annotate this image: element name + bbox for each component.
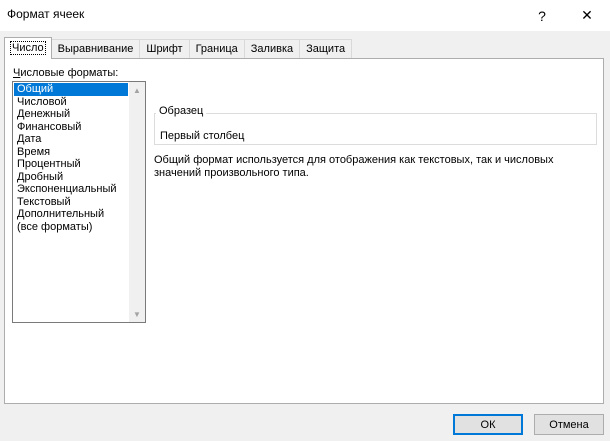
sample-legend: Образец: [156, 105, 207, 117]
listbox-scrollbar[interactable]: ▲ ▼: [129, 82, 145, 322]
list-item[interactable]: (все форматы): [14, 221, 128, 234]
number-formats-label: Числовые форматы:: [13, 67, 119, 79]
close-button[interactable]: ✕: [564, 0, 610, 31]
list-item[interactable]: Дробный: [14, 171, 128, 184]
list-item[interactable]: Финансовый: [14, 121, 128, 134]
close-icon: ✕: [581, 7, 593, 23]
number-tab-panel: Числовые форматы: Общий Числовой Денежный Ф…: [4, 58, 604, 404]
list-item[interactable]: Денежный: [14, 108, 128, 121]
tab-protection[interactable]: Защита: [299, 39, 353, 58]
help-button[interactable]: ?: [519, 0, 565, 31]
cancel-button[interactable]: Отмена: [534, 414, 604, 435]
format-description: Общий формат используется для отображени…: [154, 154, 554, 179]
list-item[interactable]: Процентный: [14, 158, 128, 171]
number-formats-listbox[interactable]: Общий Числовой Денежный Финансовый Дата Время…: [12, 81, 146, 323]
number-formats-list: Общий Числовой Денежный Финансовый Дата Время…: [14, 83, 128, 233]
tab-border[interactable]: Граница: [188, 39, 245, 58]
list-item[interactable]: Экспоненциальный: [14, 183, 128, 196]
list-item[interactable]: Текстовый: [14, 196, 128, 209]
sample-value: Первый столбец: [160, 130, 245, 142]
help-icon: ?: [538, 7, 546, 24]
dialog-body: Число Выравнивание Шрифт Граница Заливка…: [0, 31, 610, 441]
list-item[interactable]: Числовой: [14, 96, 128, 109]
list-item[interactable]: Дополнительный: [14, 208, 128, 221]
list-item[interactable]: Общий: [14, 83, 128, 96]
title-bar: Формат ячеек ? ✕: [0, 0, 610, 31]
list-item[interactable]: Дата: [14, 133, 128, 146]
tab-number[interactable]: Число: [4, 37, 52, 59]
list-item[interactable]: Время: [14, 146, 128, 159]
scroll-down-icon[interactable]: ▼: [129, 306, 145, 322]
scroll-up-icon[interactable]: ▲: [129, 82, 145, 98]
tab-fill[interactable]: Заливка: [243, 39, 301, 58]
ok-button[interactable]: ОК: [453, 414, 523, 435]
window-title: Формат ячеек: [7, 7, 85, 21]
tab-alignment[interactable]: Выравнивание: [50, 39, 141, 58]
tab-strip: Число Выравнивание Шрифт Граница Заливка…: [4, 37, 353, 59]
tab-font[interactable]: Шрифт: [139, 39, 190, 58]
